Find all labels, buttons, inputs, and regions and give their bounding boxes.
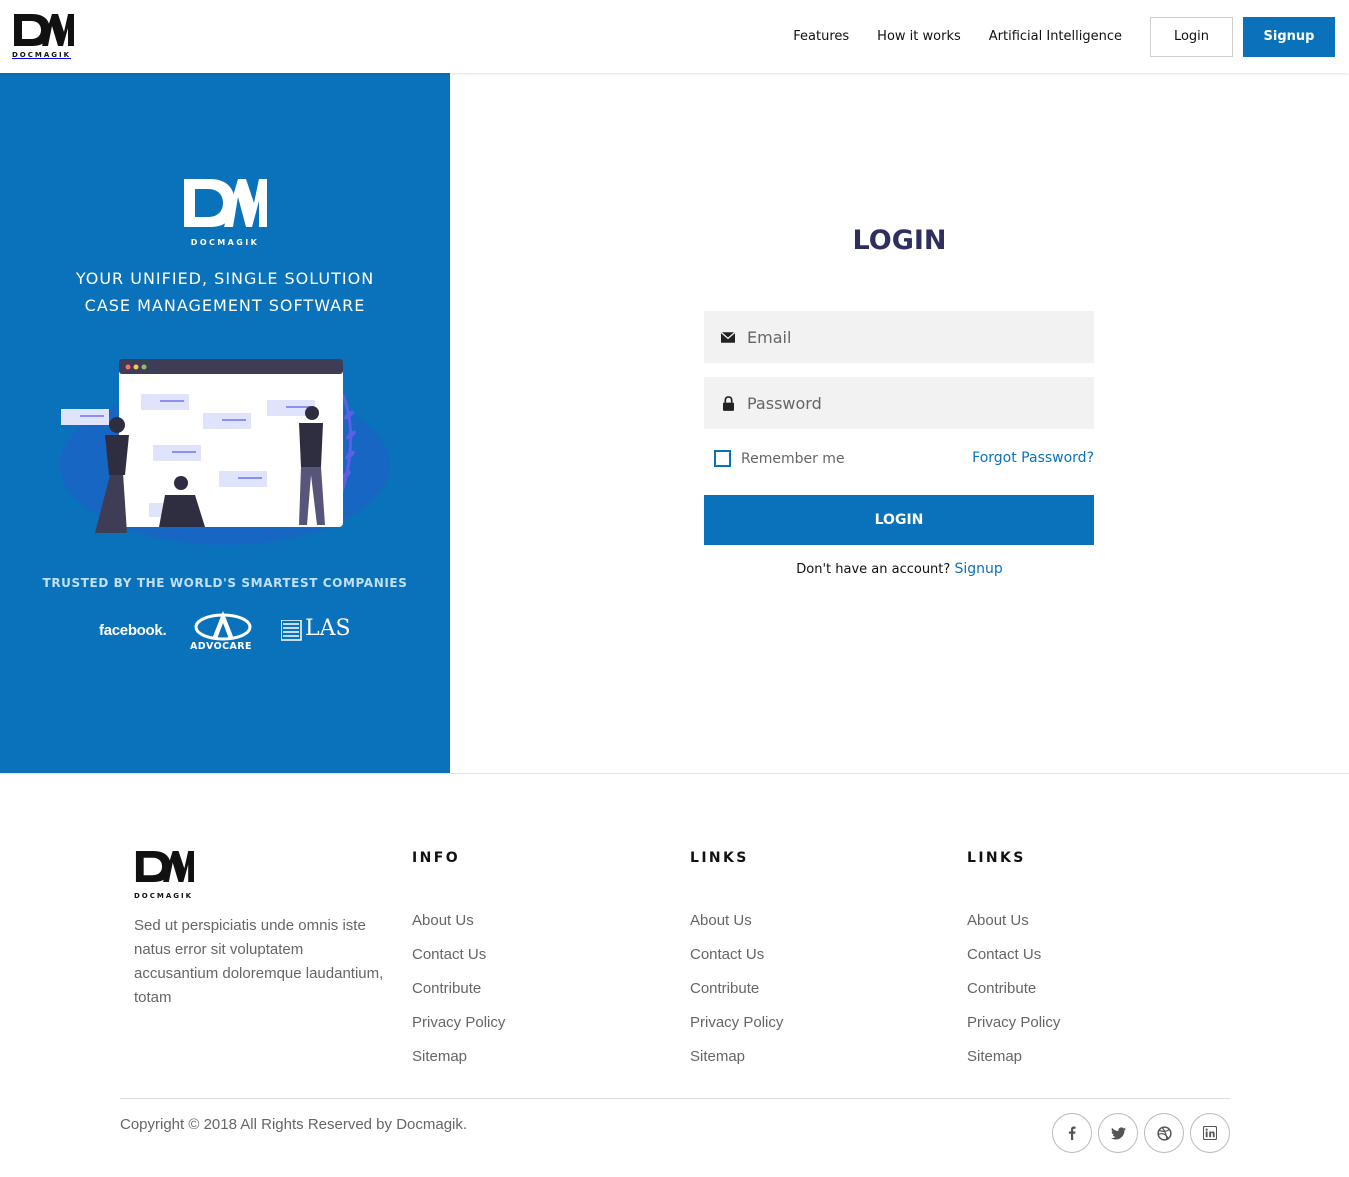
main-nav: Features How it works Artificial Intelli… [793, 17, 1335, 57]
footer-link[interactable]: Contribute [690, 972, 783, 1006]
footer-link[interactable]: Sitemap [967, 1040, 1060, 1074]
remember-me[interactable]: Remember me [704, 450, 845, 467]
footer-column-title: LINKS [690, 850, 749, 866]
password-input[interactable] [747, 383, 1067, 423]
section-divider [0, 773, 1349, 774]
nav-how-it-works[interactable]: How it works [877, 17, 961, 57]
footer-column-title: INFO [412, 850, 460, 866]
dm-logo-mark-white [184, 179, 267, 227]
footer-link[interactable]: About Us [967, 904, 1060, 938]
footer-link[interactable]: Contact Us [690, 938, 783, 972]
footer-logo[interactable]: DOCMAGIK [134, 849, 196, 901]
social-links [1052, 1113, 1230, 1153]
footer-logo-wordmark: DOCMAGIK [134, 892, 194, 900]
copyright-text: Copyright © 2018 All Rights Reserved by … [120, 1116, 468, 1133]
hero-logo: DOCMAGIK [182, 177, 268, 249]
las-mark [281, 620, 302, 641]
advocare-wordmark: ADVOCARE [190, 641, 252, 652]
footer-divider [120, 1098, 1230, 1099]
dm-logo-mark [14, 14, 74, 46]
envelope-icon [720, 329, 736, 345]
tagline-line-1: YOUR UNIFIED, SINGLE SOLUTION [75, 269, 375, 288]
trusted-by-heading: TRUSTED BY THE WORLD'S SMARTEST COMPANIE… [42, 576, 408, 590]
linkedin-icon[interactable] [1190, 1113, 1230, 1153]
docmagik-logo[interactable]: DOCMAGIK [12, 12, 74, 64]
hero-logo-wordmark: DOCMAGIK [190, 238, 260, 247]
logo-wordmark: DOCMAGIK [12, 51, 72, 59]
footer-link[interactable]: Sitemap [690, 1040, 783, 1074]
footer-link[interactable]: Contribute [412, 972, 505, 1006]
footer-link[interactable]: Contact Us [412, 938, 505, 972]
footer-column-info: INFO About Us Contact Us Contribute Priv… [412, 850, 505, 1074]
twitter-icon[interactable] [1098, 1113, 1138, 1153]
signup-prompt: Don't have an account? Signup [450, 561, 1349, 577]
footer-link[interactable]: About Us [412, 904, 505, 938]
login-title: LOGIN [852, 225, 947, 256]
lock-icon [720, 395, 736, 411]
footer-link[interactable]: Contribute [967, 972, 1060, 1006]
las-logo: LAS [281, 616, 359, 646]
login-submit-button[interactable]: LOGIN [704, 495, 1094, 545]
hero-panel: DOCMAGIK YOUR UNIFIED, SINGLE SOLUTION C… [0, 73, 450, 773]
footer-link[interactable]: Privacy Policy [412, 1006, 505, 1040]
las-wordmark: LAS [305, 616, 351, 641]
password-field [704, 377, 1094, 429]
advocare-mark [194, 611, 252, 641]
tagline-line-2: CASE MANAGEMENT SOFTWARE [84, 296, 366, 315]
forgot-password-link[interactable]: Forgot Password? [972, 450, 1094, 466]
advocare-logo: ADVOCARE [190, 609, 264, 655]
dribbble-icon[interactable] [1144, 1113, 1184, 1153]
footer-column-title: LINKS [967, 850, 1026, 866]
footer-about-text: Sed ut perspiciatis unde omnis iste natu… [134, 917, 384, 1006]
footer-column-links: LINKS About Us Contact Us Contribute Pri… [690, 850, 783, 1074]
footer-link[interactable]: Sitemap [412, 1040, 505, 1074]
facebook-icon[interactable] [1052, 1113, 1092, 1153]
email-input[interactable] [747, 317, 1067, 357]
signup-link[interactable]: Signup [954, 561, 1002, 577]
footer-link[interactable]: About Us [690, 904, 783, 938]
footer-column-links-2: LINKS About Us Contact Us Contribute Pri… [967, 850, 1060, 1074]
dm-logo-mark [135, 851, 194, 882]
email-field [704, 311, 1094, 363]
team-illustration [60, 359, 390, 545]
header-login-button[interactable]: Login [1150, 17, 1233, 57]
site-header: DOCMAGIK Features How it works Artificia… [0, 0, 1349, 73]
hero-tagline: YOUR UNIFIED, SINGLE SOLUTION CASE MANAG… [0, 265, 450, 319]
header-signup-button[interactable]: Signup [1243, 17, 1335, 57]
facebook-logo: facebook. [99, 622, 167, 639]
footer-link[interactable]: Privacy Policy [690, 1006, 783, 1040]
remember-label: Remember me [741, 450, 845, 467]
nav-features[interactable]: Features [793, 17, 849, 57]
remember-checkbox[interactable] [714, 450, 731, 467]
footer-link[interactable]: Contact Us [967, 938, 1060, 972]
nav-artificial-intelligence[interactable]: Artificial Intelligence [989, 17, 1122, 57]
no-account-text: Don't have an account? [796, 562, 951, 577]
footer-link[interactable]: Privacy Policy [967, 1006, 1060, 1040]
